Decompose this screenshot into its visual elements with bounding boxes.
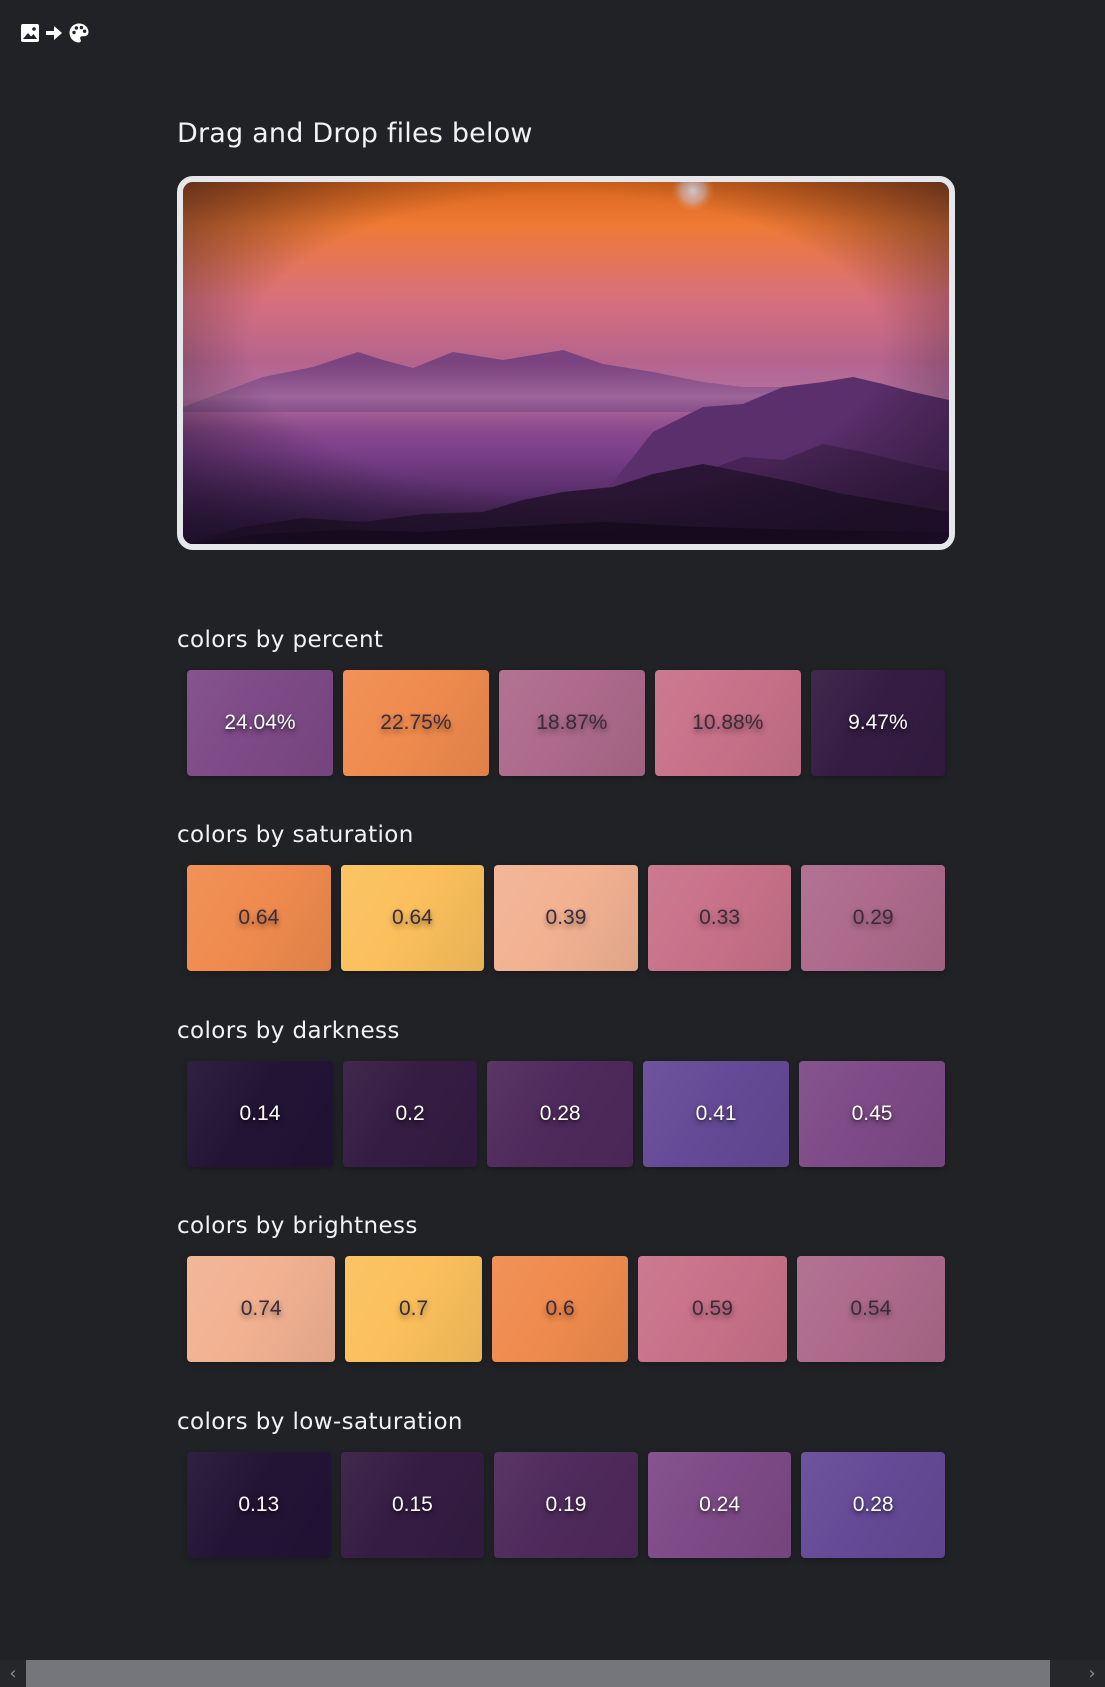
scroll-right-arrow-icon[interactable]: › bbox=[1079, 1660, 1105, 1687]
color-swatch[interactable]: 0.59 bbox=[638, 1256, 787, 1362]
section-title: colors by brightness bbox=[177, 1213, 418, 1239]
color-swatch[interactable]: 0.45 bbox=[799, 1061, 946, 1167]
scrollbar-thumb[interactable] bbox=[26, 1660, 1050, 1687]
app-logo bbox=[20, 22, 90, 44]
palette-icon bbox=[68, 22, 90, 44]
swatch-row: 0.14 0.2 0.28 0.41 0.45 bbox=[187, 1061, 946, 1167]
color-swatch[interactable]: 0.28 bbox=[801, 1452, 945, 1558]
swatch-row: 0.64 0.64 0.39 0.33 0.29 bbox=[187, 865, 945, 971]
color-swatch[interactable]: 0.7 bbox=[345, 1256, 482, 1362]
color-swatch[interactable]: 22.75% bbox=[342, 670, 489, 776]
swatch-row: 0.74 0.7 0.6 0.59 0.54 bbox=[187, 1256, 945, 1362]
color-swatch[interactable]: 24.04% bbox=[187, 670, 333, 776]
color-swatch[interactable]: 0.54 bbox=[796, 1256, 945, 1362]
color-swatch[interactable]: 0.33 bbox=[647, 865, 792, 971]
scroll-left-arrow-icon[interactable]: ‹ bbox=[0, 1660, 26, 1687]
color-swatch[interactable]: 0.74 bbox=[187, 1256, 336, 1362]
file-dropzone[interactable] bbox=[177, 176, 955, 550]
uploaded-image-preview bbox=[183, 182, 949, 544]
swatch-row: 24.04% 22.75% 18.87% 10.88% 9.47% bbox=[187, 670, 946, 776]
color-swatch[interactable]: 9.47% bbox=[810, 670, 946, 776]
section-title: colors by saturation bbox=[177, 822, 414, 848]
color-swatch[interactable]: 0.19 bbox=[494, 1452, 638, 1558]
section-title: colors by darkness bbox=[177, 1018, 400, 1044]
section-title: colors by low-saturation bbox=[177, 1409, 463, 1435]
color-swatch[interactable]: 0.41 bbox=[643, 1061, 790, 1167]
color-swatch[interactable]: 0.64 bbox=[340, 865, 485, 971]
color-swatch[interactable]: 10.88% bbox=[654, 670, 801, 776]
color-swatch[interactable]: 0.29 bbox=[801, 865, 945, 971]
arrow-right-icon bbox=[44, 23, 64, 43]
color-swatch[interactable]: 0.14 bbox=[187, 1061, 333, 1167]
color-swatch[interactable]: 0.2 bbox=[342, 1061, 478, 1167]
color-swatch[interactable]: 0.15 bbox=[340, 1452, 485, 1558]
color-swatch[interactable]: 0.13 bbox=[187, 1452, 331, 1558]
color-swatch[interactable]: 0.24 bbox=[647, 1452, 792, 1558]
color-swatch[interactable]: 0.64 bbox=[187, 865, 331, 971]
horizontal-scrollbar[interactable]: ‹ › bbox=[0, 1660, 1105, 1687]
color-swatch[interactable]: 0.28 bbox=[487, 1061, 634, 1167]
image-icon bbox=[20, 23, 40, 43]
dropzone-title: Drag and Drop files below bbox=[177, 118, 533, 149]
swatch-row: 0.13 0.15 0.19 0.24 0.28 bbox=[187, 1452, 945, 1558]
section-title: colors by percent bbox=[177, 627, 384, 653]
color-swatch[interactable]: 18.87% bbox=[498, 670, 645, 776]
color-swatch[interactable]: 0.6 bbox=[491, 1256, 629, 1362]
color-swatch[interactable]: 0.39 bbox=[494, 865, 638, 971]
